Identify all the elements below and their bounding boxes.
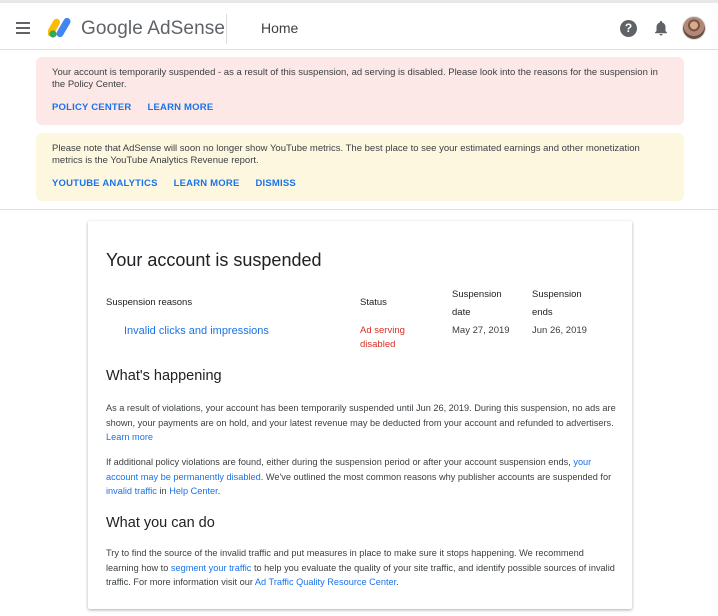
bell-icon[interactable]	[652, 19, 670, 37]
suspension-card: Your account is suspended Suspension rea…	[88, 221, 632, 609]
top-app-bar: Google AdSense Home ?	[0, 0, 718, 50]
status-line2: disabled	[360, 339, 396, 350]
header-suspension-date: Suspension date	[452, 286, 502, 322]
p2-text-d: .	[217, 486, 221, 497]
help-icon[interactable]: ?	[620, 20, 637, 37]
avatar[interactable]	[682, 16, 706, 40]
dismiss-button[interactable]: DISMISS	[256, 178, 296, 189]
youtube-banner-actions: YOUTUBE ANALYTICS LEARN MORE DISMISS	[52, 178, 296, 189]
youtube-banner: Please note that AdSense will soon no lo…	[36, 133, 684, 201]
whats-happening-heading: What's happening	[106, 368, 222, 384]
brand-google: Google	[81, 18, 143, 39]
youtube-analytics-link[interactable]: YOUTUBE ANALYTICS	[52, 178, 158, 189]
invalid-traffic-link[interactable]: invalid traffic	[106, 486, 157, 496]
header-suspension-ends: Suspension ends	[532, 286, 582, 322]
status-line1: Ad serving	[360, 325, 405, 336]
card-title: Your account is suspended	[106, 250, 322, 270]
menu-icon[interactable]	[14, 18, 36, 36]
header-status: Status	[360, 297, 387, 308]
header-suspension-reasons: Suspension reasons	[106, 297, 193, 308]
whats-happening-paragraph-2: If additional policy violations are foun…	[106, 455, 618, 499]
p2-text-b: . We've outlined the most common reasons…	[260, 471, 612, 482]
segment-traffic-link[interactable]: segment your traffic	[171, 563, 252, 573]
help-center-link[interactable]: Help Center	[169, 486, 218, 496]
product-brand[interactable]: Google AdSense	[81, 18, 225, 40]
suspension-reason-link[interactable]: Invalid clicks and impressions	[124, 324, 269, 338]
suspension-ends-value: Jun 26, 2019	[532, 325, 587, 336]
header-ends-line1: Suspension	[532, 289, 582, 300]
what-you-can-do-paragraph: Try to find the source of the invalid tr…	[106, 546, 618, 590]
suspension-learn-more-link[interactable]: LEARN MORE	[148, 102, 214, 113]
divider	[0, 209, 718, 210]
policy-center-link[interactable]: POLICY CENTER	[52, 102, 132, 113]
status-value: Ad serving disabled	[360, 324, 405, 352]
page-title: Home	[261, 20, 299, 36]
learn-more-link[interactable]: Learn more	[106, 432, 153, 442]
youtube-learn-more-link[interactable]: LEARN MORE	[174, 178, 240, 189]
what-you-can-do-heading: What you can do	[106, 515, 215, 531]
p1-text: As a result of violations, your account …	[106, 403, 616, 428]
suspension-banner: Your account is temporarily suspended - …	[36, 57, 684, 125]
header-ends-line2: ends	[532, 307, 553, 318]
header-date-line2: date	[452, 307, 471, 318]
cando-text-c: .	[396, 577, 399, 588]
brand-product: AdSense	[147, 18, 226, 39]
ad-traffic-quality-link[interactable]: Ad Traffic Quality Resource Center	[255, 577, 396, 587]
youtube-banner-message: Please note that AdSense will soon no lo…	[52, 143, 640, 166]
p2-text-a: If additional policy violations are foun…	[106, 457, 571, 467]
suspension-date-value: May 27, 2019	[452, 325, 510, 336]
whats-happening-paragraph-1: As a result of violations, your account …	[106, 401, 618, 445]
suspension-banner-message: Your account is temporarily suspended - …	[52, 67, 658, 90]
header-divider	[226, 14, 227, 44]
suspension-banner-actions: POLICY CENTER LEARN MORE	[52, 102, 213, 113]
header-date-line1: Suspension	[452, 289, 502, 300]
p2-text-c: in	[159, 486, 167, 497]
adsense-logo-icon	[48, 17, 71, 38]
